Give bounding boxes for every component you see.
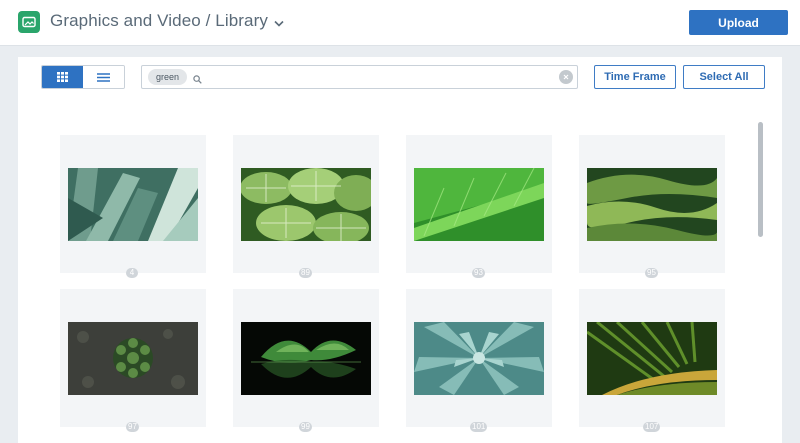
media-card[interactable]: 4 (60, 135, 206, 278)
item-number-badge: 95 (645, 268, 658, 278)
grid-icon (57, 72, 68, 82)
clear-search-icon[interactable] (559, 70, 573, 84)
search-filter-chip[interactable]: green (148, 69, 188, 85)
library-switcher[interactable]: Graphics and Video / Library (50, 11, 284, 32)
thumbnail-image (68, 322, 198, 395)
media-card[interactable]: 101 (406, 289, 552, 432)
thumbnail-image (241, 168, 371, 241)
view-toggle (41, 65, 125, 89)
thumbnail-image (241, 322, 371, 395)
chevron-down-icon (274, 12, 284, 32)
media-card[interactable]: 107 (579, 289, 725, 432)
item-number-badge: 101 (470, 422, 488, 432)
item-number-badge: 93 (472, 268, 485, 278)
item-number-badge: 97 (126, 422, 139, 432)
media-card[interactable]: 99 (233, 289, 379, 432)
list-view-button[interactable] (83, 66, 124, 88)
item-number-badge: 4 (126, 268, 138, 278)
library-panel: green Time Frame Select All 4 89 93 95 9… (18, 57, 782, 443)
list-icon (97, 72, 110, 82)
media-card[interactable]: 93 (406, 135, 552, 278)
media-library-icon (18, 11, 40, 33)
search-icon (193, 71, 202, 89)
grid-view-button[interactable] (42, 66, 83, 88)
media-card[interactable]: 97 (60, 289, 206, 432)
thumbnail-image (414, 322, 544, 395)
thumbnail-image (68, 168, 198, 241)
app-header: Graphics and Video / Library Upload (0, 0, 800, 46)
time-frame-button[interactable]: Time Frame (594, 65, 676, 89)
media-card[interactable]: 89 (233, 135, 379, 278)
thumbnail-image (414, 168, 544, 241)
upload-button[interactable]: Upload (689, 10, 788, 35)
item-number-badge: 99 (299, 422, 312, 432)
thumbnail-image (587, 168, 717, 241)
search-box: green (141, 65, 578, 89)
page-title: Graphics and Video / Library (50, 11, 268, 30)
media-card[interactable]: 95 (579, 135, 725, 278)
item-number-badge: 107 (643, 422, 661, 432)
scrollbar-thumb[interactable] (758, 122, 763, 237)
search-input[interactable] (206, 68, 550, 88)
select-all-button[interactable]: Select All (683, 65, 765, 89)
item-number-badge: 89 (299, 268, 312, 278)
thumbnail-image (587, 322, 717, 395)
